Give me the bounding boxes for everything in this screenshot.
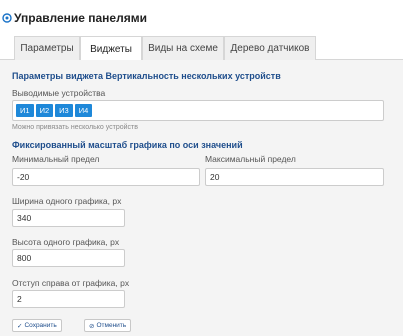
cancel-button[interactable]: ⊘ Отменить [84, 319, 132, 332]
devices-field[interactable]: И1 И2 И3 И4 [12, 100, 384, 121]
devices-hint: Можно привязать несколько устройств [12, 124, 138, 131]
chart-width-label: Ширина одного графика, px [12, 196, 122, 206]
right-offset-input[interactable]: 2 [12, 290, 125, 308]
tab-sensor-tree[interactable]: Дерево датчиков [224, 36, 316, 60]
device-chip[interactable]: И4 [74, 104, 93, 117]
device-chip[interactable]: И3 [55, 104, 73, 117]
right-offset-label: Отступ справа от графика, px [12, 278, 130, 288]
max-limit-label: Максимальный предел [205, 154, 296, 164]
tab-scheme-views[interactable]: Виды на схеме [142, 36, 224, 60]
save-button-label: Сохранить [24, 322, 57, 329]
devices-label: Выводимые устройства [12, 88, 106, 98]
min-limit-input[interactable]: -20 [12, 168, 200, 186]
device-chip[interactable]: И2 [35, 104, 54, 117]
chart-height-input[interactable]: 800 [12, 249, 125, 267]
tab-bar: Параметры Виджеты Виды на схеме Дерево д… [0, 36, 403, 61]
scale-section-title: Фиксированный масштаб графика по оси зна… [12, 140, 243, 150]
cancel-button-label: Отменить [96, 322, 127, 329]
page-header: Управление панелями [2, 10, 147, 26]
chart-height-label: Высота одного графика, px [12, 237, 120, 247]
gear-icon [2, 13, 12, 23]
device-chip[interactable]: И1 [16, 104, 34, 117]
panel-title: Параметры виджета Вертикальность несколь… [12, 71, 281, 81]
page-title: Управление панелями [14, 11, 147, 25]
widget-settings-panel: Параметры виджета Вертикальность несколь… [0, 60, 403, 336]
chart-width-input[interactable]: 340 [12, 209, 125, 227]
check-icon: ✓ [17, 322, 23, 330]
tab-parameters[interactable]: Параметры [14, 36, 80, 60]
cancel-icon: ⊘ [89, 322, 95, 330]
min-limit-label: Минимальный предел [12, 154, 100, 164]
tab-widgets[interactable]: Виджеты [80, 36, 142, 61]
max-limit-input[interactable]: 20 [205, 168, 384, 186]
save-button[interactable]: ✓ Сохранить [12, 319, 62, 332]
